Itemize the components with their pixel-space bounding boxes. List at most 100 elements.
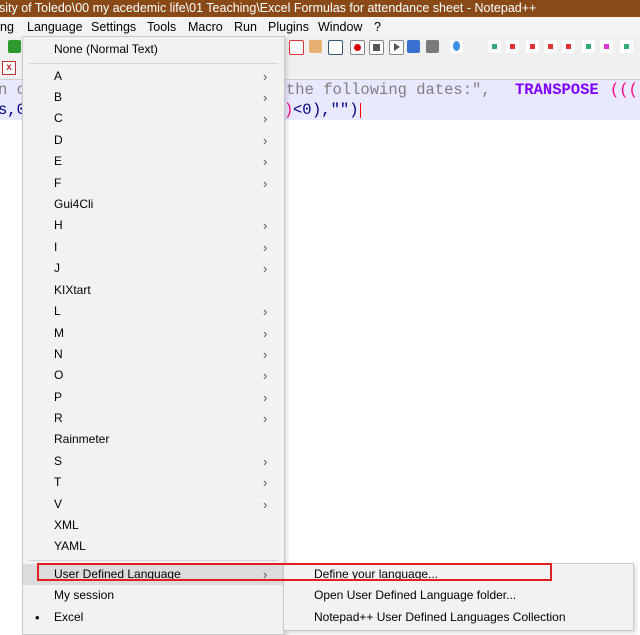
open-folder-icon[interactable] [309, 40, 322, 53]
chevron-right-icon: › [263, 497, 268, 512]
menu-item-j[interactable]: J › [23, 258, 284, 279]
menu-item-label: F [54, 176, 62, 190]
menu-item-gui4cli[interactable]: Gui4Cli [23, 194, 284, 215]
chevron-right-icon: › [263, 368, 268, 383]
close-tab-icon[interactable]: x [2, 61, 16, 75]
chevron-right-icon: › [263, 454, 268, 469]
menu-item-yaml[interactable]: YAML [23, 536, 284, 557]
menu-item-label: J [54, 261, 60, 275]
drop-icon[interactable] [450, 40, 463, 53]
menu-item-user-defined-language[interactable]: User Defined Language › [23, 564, 284, 585]
chevron-right-icon: › [263, 567, 268, 582]
menu-item-label: User Defined Language [54, 567, 181, 581]
menu-run[interactable]: Run [234, 17, 257, 37]
menu-item-label: Notepad++ User Defined Languages Collect… [314, 610, 566, 624]
eye-icon[interactable] [328, 40, 343, 55]
prev-bookmark-icon[interactable] [506, 40, 519, 53]
menu-item-rainmeter[interactable]: Rainmeter [23, 429, 284, 450]
menu-item-kixtart[interactable]: KIXtart [23, 280, 284, 301]
menu-item-d[interactable]: D › [23, 130, 284, 151]
menu-window[interactable]: Window [318, 17, 362, 37]
chevron-right-icon: › [263, 133, 268, 148]
menu-view[interactable]: ng [0, 17, 14, 37]
menu-item-m[interactable]: M › [23, 323, 284, 344]
chevron-right-icon: › [263, 390, 268, 405]
window-title-bar: sity of Toledo\00 my acedemic life\01 Te… [0, 0, 640, 17]
menu-item-my-session[interactable]: My session [23, 585, 284, 606]
menu-item-label: Rainmeter [54, 432, 110, 446]
menu-item-label: E [54, 154, 63, 168]
menu-item-label: A [54, 69, 63, 83]
menu-item-p[interactable]: P › [23, 387, 284, 408]
menu-settings[interactable]: Settings [91, 17, 136, 37]
menu-item-udl-collection[interactable]: Notepad++ User Defined Languages Collect… [284, 607, 633, 628]
chevron-right-icon: › [263, 411, 268, 426]
menu-item-l[interactable]: L › [23, 301, 284, 322]
menu-item-e[interactable]: E › [23, 151, 284, 172]
chevron-right-icon: › [263, 240, 268, 255]
menu-item-define-your-language[interactable]: Define your language... [284, 564, 633, 585]
menu-item-label: V [54, 497, 63, 511]
menu-item-xml[interactable]: XML [23, 515, 284, 536]
menu-item-none-normal-text[interactable]: None (Normal Text) [23, 39, 284, 60]
code-text-2b: ) [284, 101, 294, 119]
menu-item-s[interactable]: S › [23, 451, 284, 472]
selected-bullet-icon: • [35, 610, 40, 625]
menu-macro[interactable]: Macro [188, 17, 223, 37]
menu-item-v[interactable]: V › [23, 494, 284, 515]
menu-item-i[interactable]: I › [23, 237, 284, 258]
menu-item-label: Excel [54, 610, 84, 624]
chevron-right-icon: › [263, 176, 268, 191]
menu-item-a[interactable]: A › [23, 66, 284, 87]
udl-submenu: Define your language... Open User Define… [283, 563, 634, 631]
menu-language[interactable]: Language [27, 17, 83, 37]
code-text-1b: the following dates:", [286, 81, 491, 99]
menu-item-t[interactable]: T › [23, 472, 284, 493]
menu-plugins[interactable]: Plugins [268, 17, 309, 37]
menu-separator [29, 63, 278, 64]
bookmark-copy-icon[interactable] [620, 40, 633, 53]
menu-item-b[interactable]: B › [23, 87, 284, 108]
menu-item-r[interactable]: R › [23, 408, 284, 429]
menu-item-label: N [54, 347, 63, 361]
play-macro-icon[interactable] [389, 40, 404, 55]
menu-item-h[interactable]: H › [23, 215, 284, 236]
chevron-right-icon: › [263, 69, 268, 84]
chevron-right-icon: › [263, 154, 268, 169]
chevron-right-icon: › [263, 261, 268, 276]
menu-item-label: B [54, 90, 63, 104]
menu-item-label: XML [54, 518, 79, 532]
save-macro-icon[interactable] [426, 40, 439, 53]
bookmark-prev-icon[interactable] [544, 40, 557, 53]
chevron-right-icon: › [263, 218, 268, 233]
record-macro-icon[interactable] [350, 40, 365, 55]
menu-item-n[interactable]: N › [23, 344, 284, 365]
menu-item-o[interactable]: O › [23, 365, 284, 386]
next-bookmark-icon[interactable] [526, 40, 539, 53]
menu-item-label: YAML [54, 539, 86, 553]
redo-icon[interactable] [8, 40, 21, 53]
menu-item-excel[interactable]: • Excel [23, 607, 284, 628]
bookmark-icon[interactable] [488, 40, 501, 53]
bookmark-clear-icon[interactable] [562, 40, 575, 53]
code-text-2d: ),"") [312, 101, 359, 119]
run-macro-multiple-icon[interactable] [407, 40, 420, 53]
menu-item-c[interactable]: C › [23, 108, 284, 129]
menu-separator [29, 560, 278, 561]
menu-tools[interactable]: Tools [147, 17, 176, 37]
menu-item-label: L [54, 304, 61, 318]
code-text-2c: <0 [293, 101, 312, 119]
menu-item-label: KIXtart [54, 283, 91, 297]
menu-item-label: I [54, 240, 58, 254]
menu-item-label: P [54, 390, 63, 404]
bookmark-next-icon[interactable] [600, 40, 613, 53]
find-function-icon[interactable] [289, 40, 304, 55]
menu-item-open-udl-folder[interactable]: Open User Defined Language folder... [284, 585, 633, 606]
language-menu: None (Normal Text) A › B › C › D › E › F › Gui… [22, 36, 285, 635]
menu-item-label: Open User Defined Language folder... [314, 588, 517, 602]
stop-macro-icon[interactable] [369, 40, 384, 55]
bookmark-toggle-icon[interactable] [582, 40, 595, 53]
menu-item-f[interactable]: F › [23, 173, 284, 194]
menu-help[interactable]: ? [374, 17, 381, 37]
menu-item-label: Define your language... [314, 567, 439, 581]
